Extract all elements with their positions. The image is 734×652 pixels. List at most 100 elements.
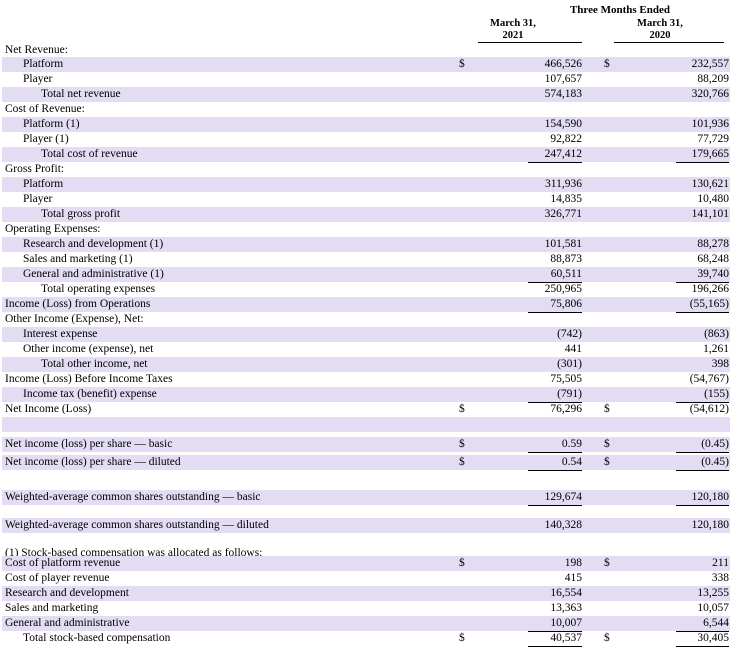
- table-row: Player (1) 92,822 77,729: [2, 132, 730, 148]
- table-row: Other income (expense), net 441 1,261: [2, 342, 730, 358]
- value-2021: 101,581: [544, 238, 582, 250]
- currency-symbol: $: [459, 58, 465, 70]
- value-2021: 441: [564, 343, 582, 355]
- value-2021: 75,806: [550, 298, 582, 310]
- row-label: Cost of player revenue: [5, 572, 110, 584]
- table-row: Platform 311,936 130,621: [2, 177, 730, 192]
- table-row: Income tax (benefit) expense (791) (155): [2, 387, 730, 403]
- row-label: Sales and marketing: [5, 602, 99, 614]
- row-label: Research and development (1): [23, 238, 164, 250]
- value-2021: 415: [564, 572, 582, 584]
- table-row: Platform $ $466,526 232,557: [2, 57, 730, 72]
- row-label: Income tax (benefit) expense: [23, 388, 157, 400]
- value-2020: 88,278: [697, 238, 729, 250]
- table-row: Interest expense (742) (863): [2, 327, 730, 342]
- value-2020: 130,621: [691, 178, 729, 190]
- value-2021: 10,007: [550, 617, 582, 629]
- value-2020: 211: [712, 557, 729, 569]
- row-label: Interest expense: [23, 328, 98, 340]
- row-label: Total gross profit: [41, 208, 121, 220]
- value-2021: 311,936: [545, 178, 582, 190]
- row-label: Net income (loss) per share — diluted: [5, 456, 181, 468]
- total-underline: [528, 646, 582, 647]
- value-2021: 13,363: [550, 602, 582, 614]
- value-2020: (155): [704, 388, 729, 400]
- value-2021: (742): [557, 328, 582, 340]
- value-2021: 92,822: [550, 133, 582, 145]
- value-2021: 154,590: [544, 118, 582, 130]
- currency-symbol: $: [459, 557, 465, 569]
- value-2020: (54,612): [689, 403, 729, 415]
- table-row: Cost of Revenue:: [2, 102, 730, 117]
- value-2020: (54,767): [689, 373, 729, 385]
- table-row: Total other income, net (301) 398: [2, 357, 730, 372]
- row-label: Other income (expense), net: [23, 343, 154, 355]
- column-heading-2021: March 31, 2021: [490, 18, 536, 41]
- value-2020: (55,165): [689, 298, 729, 310]
- value-2020: 141,101: [691, 208, 729, 220]
- currency-symbol: $: [604, 557, 610, 569]
- table-row: Research and development 16,554 13,255: [2, 586, 730, 601]
- row-label: Player: [23, 73, 53, 85]
- value-2021: 75,505: [550, 373, 582, 385]
- table-row: Cost of player revenue 415 338: [2, 571, 730, 586]
- value-2021: (301): [557, 358, 582, 370]
- table-row: Total stock-based compensation $ $40,537 30…: [2, 631, 730, 647]
- table-row: Total net revenue 574,183 320,766: [2, 87, 730, 102]
- value-2020: 30,405: [697, 632, 729, 644]
- value-2020: 10,057: [697, 602, 729, 614]
- table-row: General and administrative (1) 60,511 39,7…: [2, 267, 730, 283]
- table-row: Total gross profit 326,771 141,101: [2, 207, 730, 222]
- row-label: Cost of platform revenue: [5, 557, 121, 569]
- value-2021: 129,674: [544, 491, 582, 503]
- row-label: Net Revenue:: [5, 44, 68, 56]
- value-2021: 0.54: [561, 456, 582, 468]
- value-2020: 196,266: [691, 283, 729, 295]
- column-heading-2020: March 31, 2020: [637, 18, 683, 41]
- table-row: Player 14,835 10,480: [2, 192, 730, 208]
- value-2020: 88,209: [697, 73, 729, 85]
- value-2020: 398: [711, 358, 729, 370]
- value-2021: 40,537: [550, 632, 582, 644]
- value-2020: 232,557: [691, 58, 729, 70]
- value-2020: 1,261: [703, 343, 729, 355]
- value-2020: 77,729: [697, 133, 729, 145]
- value-2021: 250,965: [544, 283, 582, 295]
- row-label: General and administrative: [5, 617, 130, 629]
- currency-symbol: $: [459, 632, 465, 644]
- row-label: Income (Loss) Before Income Taxes: [5, 373, 173, 385]
- table-row: Sales and marketing 13,363 10,057: [2, 601, 730, 616]
- row-label: Platform: [23, 58, 64, 70]
- table-row: Income (Loss) Before Income Taxes 75,505 (…: [2, 372, 730, 387]
- value-2021: 326,771: [544, 208, 582, 220]
- currency-symbol: $: [604, 456, 610, 468]
- row-label: General and administrative (1): [23, 268, 164, 280]
- row-label: Total cost of revenue: [41, 148, 138, 160]
- table-row: Operating Expenses:: [2, 222, 730, 237]
- table-row: Income (Loss) from Operations 75,806 (55,1…: [2, 297, 730, 313]
- currency-symbol: $: [604, 403, 610, 415]
- value-2021: 107,657: [544, 73, 582, 85]
- value-2021: 88,873: [550, 253, 582, 265]
- value-2021: (791): [557, 388, 582, 400]
- row-label: Research and development: [5, 587, 129, 599]
- row-label: Total stock-based compensation: [23, 632, 171, 644]
- table-row: Net Revenue:: [2, 43, 730, 58]
- table-row: Research and development (1) 101,581 88,27…: [2, 237, 730, 252]
- currency-symbol: $: [604, 632, 610, 644]
- table-row: Net Income (Loss) $ $76,296 (54,612): [2, 402, 730, 420]
- row-label: Total other income, net: [41, 358, 148, 370]
- row-label: Player (1): [23, 133, 69, 145]
- row-label: Income (Loss) from Operations: [5, 298, 151, 310]
- row-label: Total net revenue: [41, 88, 121, 100]
- row-label: Net Income (Loss): [5, 403, 92, 415]
- value-2020: 120,180: [691, 491, 729, 503]
- row-label: Weighted-average common shares outstandi…: [5, 491, 261, 503]
- table-row: Weighted-average common shares outstandi…: [2, 490, 730, 506]
- table-row: Cost of platform revenue $ $198 211: [2, 556, 730, 571]
- table-row: Player 107,657 88,209: [2, 72, 730, 88]
- table-row: Sales and marketing (1) 88,873 68,248: [2, 252, 730, 267]
- period-heading: Three Months Ended: [569, 4, 671, 16]
- value-2021: 60,511: [550, 268, 582, 280]
- row-label: Gross Profit:: [5, 163, 65, 175]
